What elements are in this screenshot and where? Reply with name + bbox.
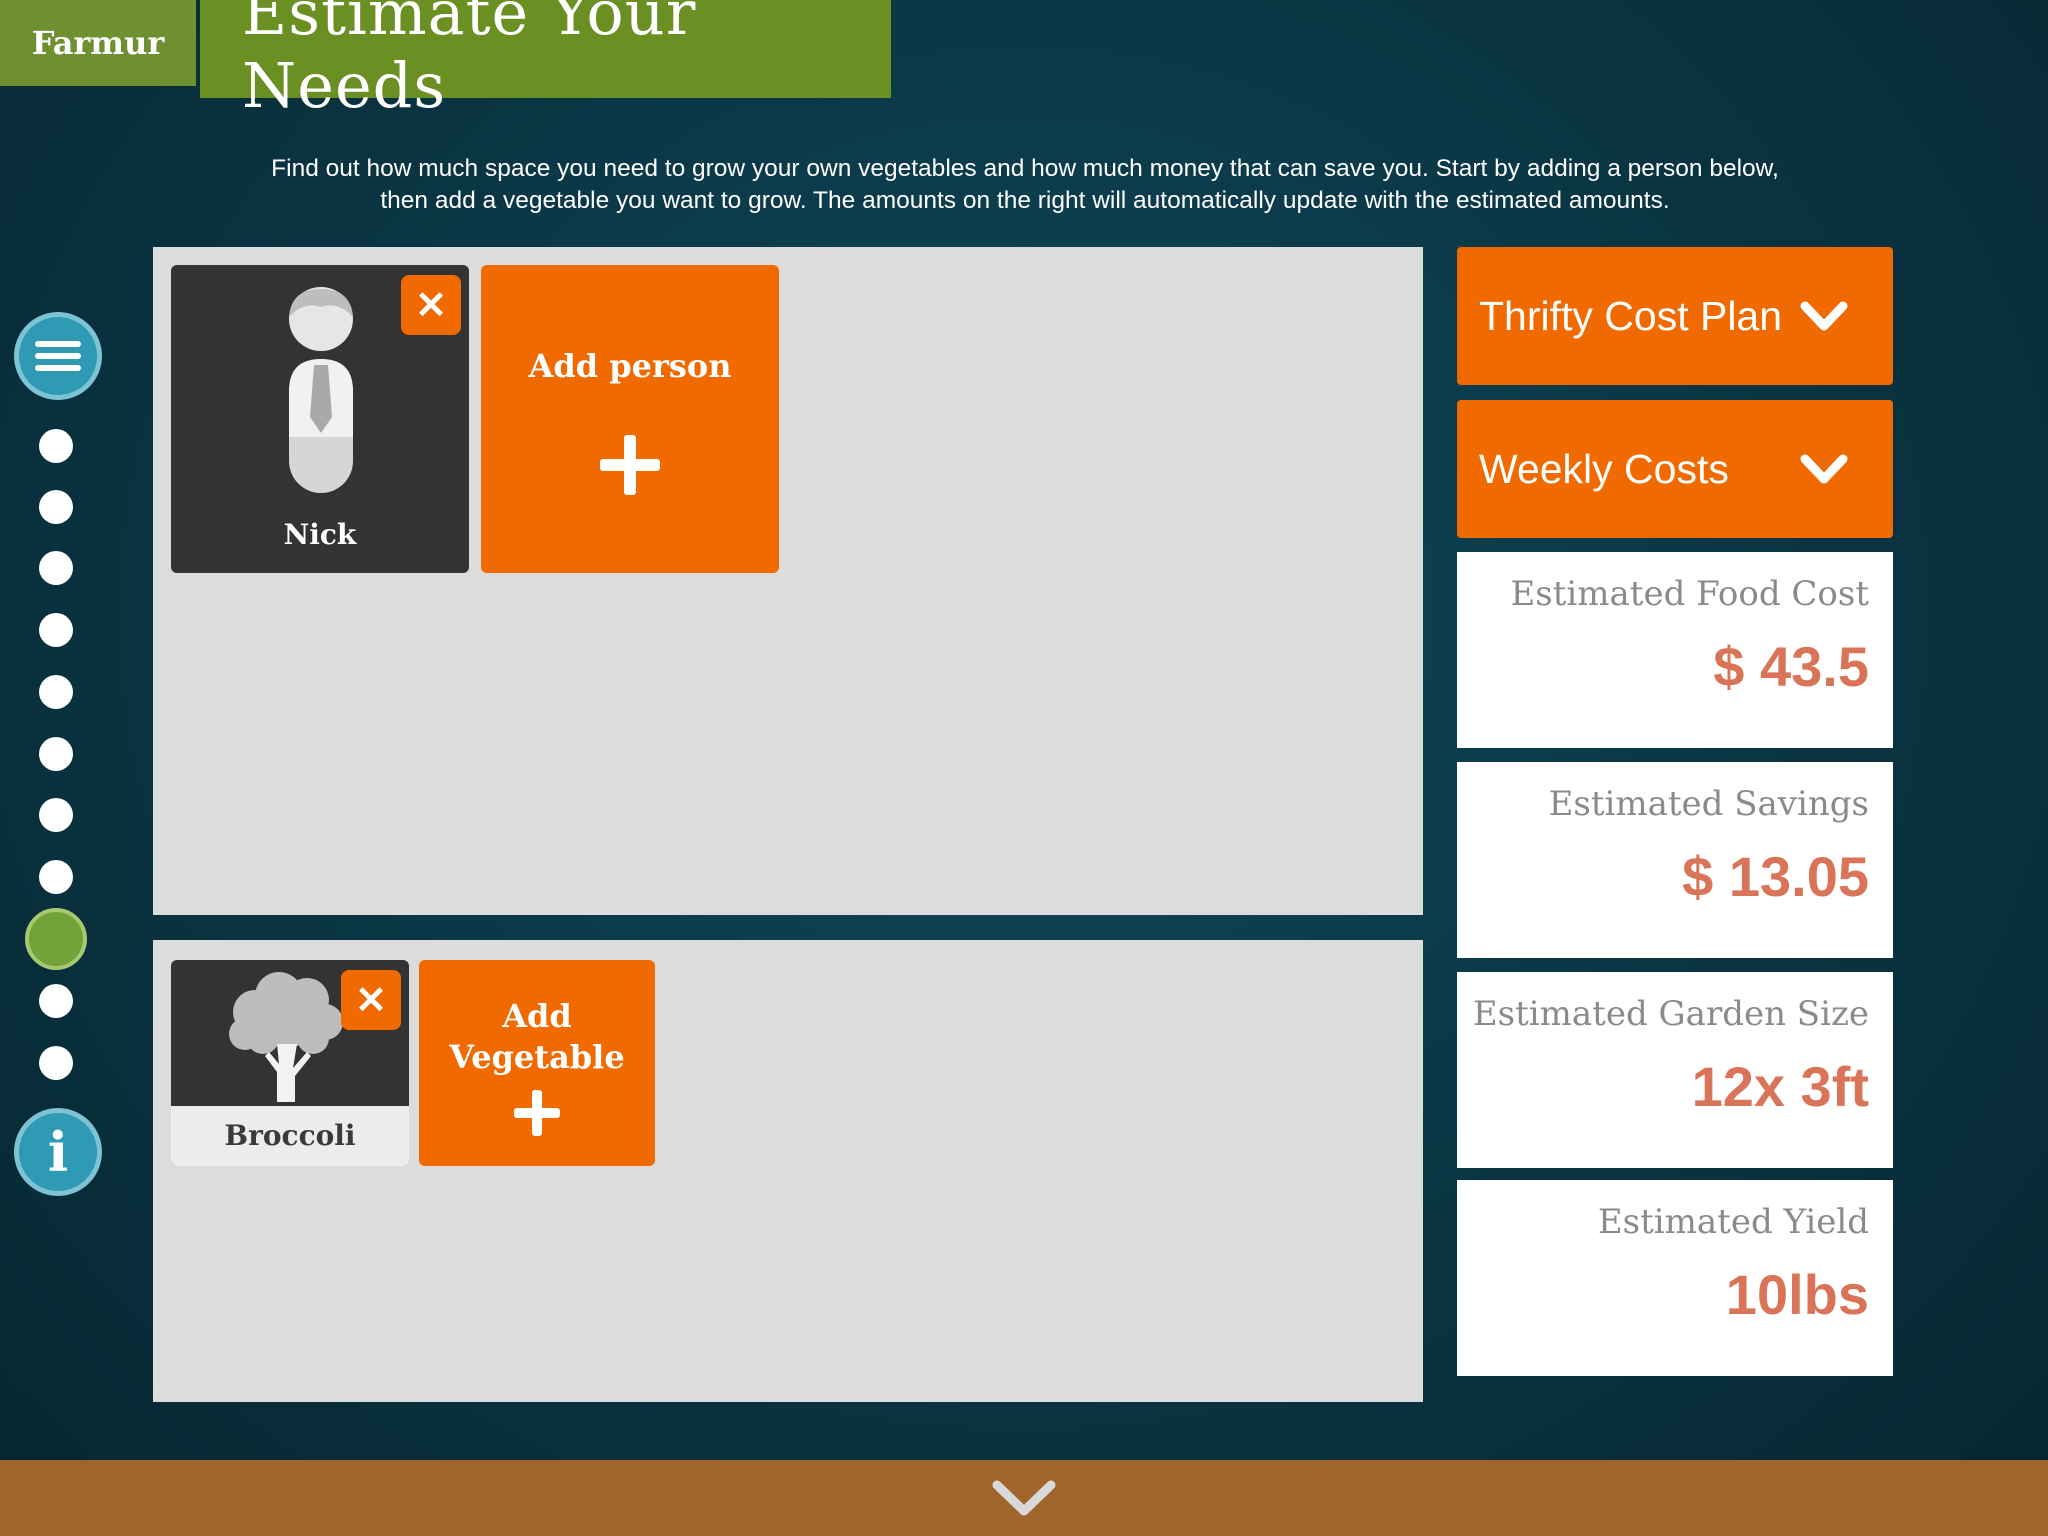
nav-dot[interactable] (39, 490, 73, 524)
savings-label: Estimated Savings (1548, 784, 1869, 824)
nav-dot[interactable] (39, 984, 73, 1018)
vegetable-card[interactable]: ✕ Broccoli (171, 960, 409, 1166)
nav-dot[interactable] (39, 737, 73, 771)
yield-card: Estimated Yield 10lbs (1457, 1180, 1893, 1376)
add-vegetable-label: Add Vegetable (419, 996, 655, 1078)
intro-text: Find out how much space you need to grow… (200, 153, 1850, 217)
info-button[interactable]: i (14, 1108, 102, 1196)
add-person-button[interactable]: Add person (481, 265, 779, 573)
brand-logo[interactable]: Farmur (0, 0, 196, 86)
nav-dot[interactable] (39, 798, 73, 832)
bottom-bar (0, 1460, 2048, 1536)
menu-icon (35, 335, 81, 377)
food-cost-value: $ 43.5 (1713, 635, 1869, 698)
people-panel: ✕ Nick Add person (153, 247, 1423, 915)
garden-size-card: Estimated Garden Size 12x 3ft (1457, 972, 1893, 1168)
nav-dot[interactable] (39, 860, 73, 894)
remove-person-button[interactable]: ✕ (401, 275, 461, 335)
savings-card: Estimated Savings $ 13.05 (1457, 762, 1893, 958)
nav-dot[interactable] (39, 429, 73, 463)
nav-dot[interactable] (39, 1046, 73, 1080)
plus-icon (514, 1090, 560, 1136)
nav-dot-active[interactable] (25, 908, 87, 970)
person-name: Nick (283, 518, 357, 551)
chevron-down-icon (1800, 301, 1848, 331)
page-title-banner: Estimate Your Needs (200, 0, 891, 122)
food-cost-card: Estimated Food Cost $ 43.5 (1457, 552, 1893, 748)
cost-period-dropdown[interactable]: Weekly Costs (1457, 400, 1893, 538)
add-vegetable-label-line-2: Vegetable (449, 1038, 625, 1076)
garden-size-value: 12x 3ft (1691, 1055, 1869, 1118)
person-icon (289, 287, 353, 493)
add-vegetable-button[interactable]: Add Vegetable (419, 960, 655, 1166)
page-title: Estimate Your Needs (242, 0, 697, 122)
nav-dot[interactable] (39, 613, 73, 647)
garden-size-label: Estimated Garden Size (1472, 994, 1869, 1034)
broccoli-icon (229, 972, 343, 1102)
info-icon: i (47, 1120, 69, 1184)
intro-line-2: then add a vegetable you want to grow. T… (380, 187, 1670, 214)
vegetable-name: Broccoli (224, 1119, 356, 1152)
savings-value: $ 13.05 (1682, 845, 1869, 908)
yield-label: Estimated Yield (1597, 1202, 1869, 1242)
scroll-down-chevron-icon[interactable] (989, 1473, 1059, 1523)
cost-plan-dropdown[interactable]: Thrifty Cost Plan (1457, 247, 1893, 385)
yield-value: 10lbs (1725, 1263, 1869, 1326)
menu-button[interactable] (14, 312, 102, 400)
nav-dot[interactable] (39, 551, 73, 585)
cost-period-label: Weekly Costs (1479, 445, 1729, 492)
food-cost-label: Estimated Food Cost (1510, 574, 1869, 614)
add-person-label: Add person (528, 347, 732, 385)
plus-icon (600, 435, 660, 495)
person-card[interactable]: ✕ Nick (171, 265, 469, 573)
intro-line-1: Find out how much space you need to grow… (271, 155, 1779, 182)
cost-plan-label: Thrifty Cost Plan (1479, 292, 1783, 339)
chevron-down-icon (1800, 454, 1848, 484)
vegetables-panel: ✕ Broccoli Add Vegetable (153, 940, 1423, 1402)
remove-vegetable-button[interactable]: ✕ (341, 970, 401, 1030)
add-vegetable-label-line-1: Add (502, 997, 572, 1035)
nav-dot[interactable] (39, 675, 73, 709)
